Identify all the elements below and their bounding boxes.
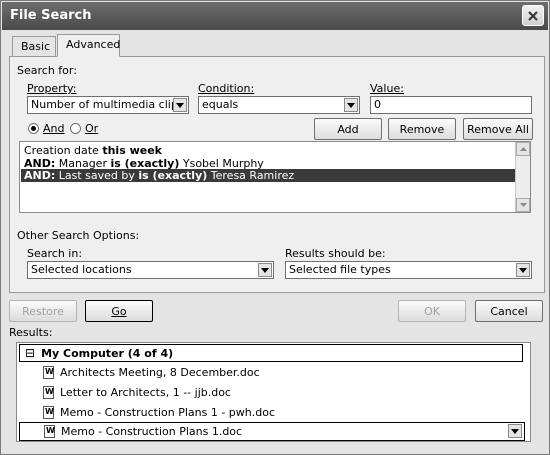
remove-all-label: Remove All [467, 122, 529, 136]
or-radio[interactable] [70, 123, 81, 134]
and-radio[interactable] [28, 123, 39, 134]
collapse-icon[interactable]: ⊟ [25, 346, 35, 360]
value-label: Value: [370, 82, 404, 95]
criteria-scrollbar[interactable] [515, 142, 530, 212]
results-root-label: My Computer (4 of 4) [41, 346, 174, 360]
chevron-down-icon[interactable] [508, 424, 522, 438]
results-type-value: Selected file types [289, 263, 391, 276]
file-search-dialog: File Search Basic Advanced Search for: P… [0, 0, 550, 455]
tab-basic[interactable]: Basic [12, 36, 56, 56]
chevron-down-icon[interactable] [173, 98, 187, 112]
file-name: Memo - Construction Plans 1 - pwh.doc [60, 405, 275, 419]
property-select[interactable]: Number of multimedia clips [27, 96, 189, 114]
list-item[interactable]: Letter to Architects, 1 -- jjb.doc [43, 382, 543, 402]
tab-advanced-label: Advanced [66, 38, 121, 51]
word-document-icon [43, 365, 54, 379]
restore-button[interactable]: Restore [9, 300, 77, 322]
property-value: Number of multimedia clips [31, 98, 184, 111]
results-list[interactable]: ⊟ My Computer (4 of 4) Architects Meetin… [16, 342, 531, 442]
property-label: Property: [27, 82, 77, 95]
list-item-focused[interactable]: Memo - Construction Plans 1.doc [19, 422, 525, 441]
search-in-label: Search in: [27, 247, 83, 260]
go-label: Go [111, 304, 127, 318]
add-label: Add [337, 122, 359, 136]
go-button[interactable]: Go [85, 300, 153, 322]
results-be-label: Results should be: [285, 247, 386, 260]
list-item[interactable]: Memo - Construction Plans 1 - pwh.doc [43, 402, 543, 422]
remove-label: Remove [399, 122, 445, 136]
word-document-icon [43, 385, 54, 399]
chevron-down-icon[interactable] [258, 263, 272, 277]
cancel-button[interactable]: Cancel [475, 300, 543, 322]
scroll-down-icon[interactable] [516, 198, 530, 212]
criteria-prefix: AND: [24, 169, 56, 182]
word-document-icon [44, 425, 55, 438]
condition-label: Condition: [198, 82, 255, 95]
add-button[interactable]: Add [314, 118, 382, 140]
word-document-icon [43, 405, 54, 419]
other-options-label: Other Search Options: [17, 229, 140, 242]
close-button[interactable] [522, 5, 544, 26]
criteria-text: Creation date [24, 144, 103, 157]
value-field[interactable]: 0 [370, 96, 532, 114]
remove-all-button[interactable]: Remove All [463, 118, 533, 140]
file-name: Memo - Construction Plans 1.doc [61, 425, 243, 438]
restore-label: Restore [22, 304, 64, 318]
chevron-down-icon[interactable] [344, 98, 358, 112]
title-bar: File Search [2, 2, 548, 30]
search-in-select[interactable]: Selected locations [27, 261, 274, 279]
and-label: And [43, 122, 65, 135]
tab-advanced[interactable]: Advanced [57, 34, 120, 57]
tab-basic-label: Basic [21, 40, 51, 53]
results-root-row[interactable]: ⊟ My Computer (4 of 4) [19, 344, 523, 362]
criteria-row[interactable]: Creation date this week [21, 144, 162, 157]
remove-button[interactable]: Remove [388, 118, 456, 140]
search-in-value: Selected locations [31, 263, 132, 276]
or-label: Or [85, 122, 99, 135]
condition-value: equals [202, 98, 239, 111]
results-type-select[interactable]: Selected file types [285, 261, 532, 279]
chevron-down-icon[interactable] [516, 263, 530, 277]
condition-select[interactable]: equals [198, 96, 360, 114]
ok-button[interactable]: OK [398, 300, 466, 322]
ok-label: OK [424, 304, 440, 318]
criteria-tail: Teresa Ramirez [207, 169, 295, 182]
criteria-list[interactable]: Creation date this week AND: Manager is … [19, 141, 531, 213]
window-title: File Search [10, 8, 92, 23]
file-name: Architects Meeting, 8 December.doc [60, 365, 260, 379]
search-for-label: Search for: [17, 64, 77, 77]
close-icon [528, 10, 538, 21]
criteria-text: Last saved by [55, 169, 139, 182]
list-item[interactable]: Architects Meeting, 8 December.doc [43, 362, 543, 382]
scroll-up-icon[interactable] [516, 142, 530, 156]
criteria-bold: this week [102, 144, 162, 157]
criteria-bold: is (exactly) [138, 169, 208, 182]
cancel-label: Cancel [490, 304, 528, 318]
value-field-text: 0 [374, 98, 381, 111]
results-label: Results: [9, 326, 53, 339]
criteria-row-selected[interactable]: AND: Last saved by is (exactly) Teresa R… [21, 169, 516, 182]
file-name: Letter to Architects, 1 -- jjb.doc [60, 385, 231, 399]
